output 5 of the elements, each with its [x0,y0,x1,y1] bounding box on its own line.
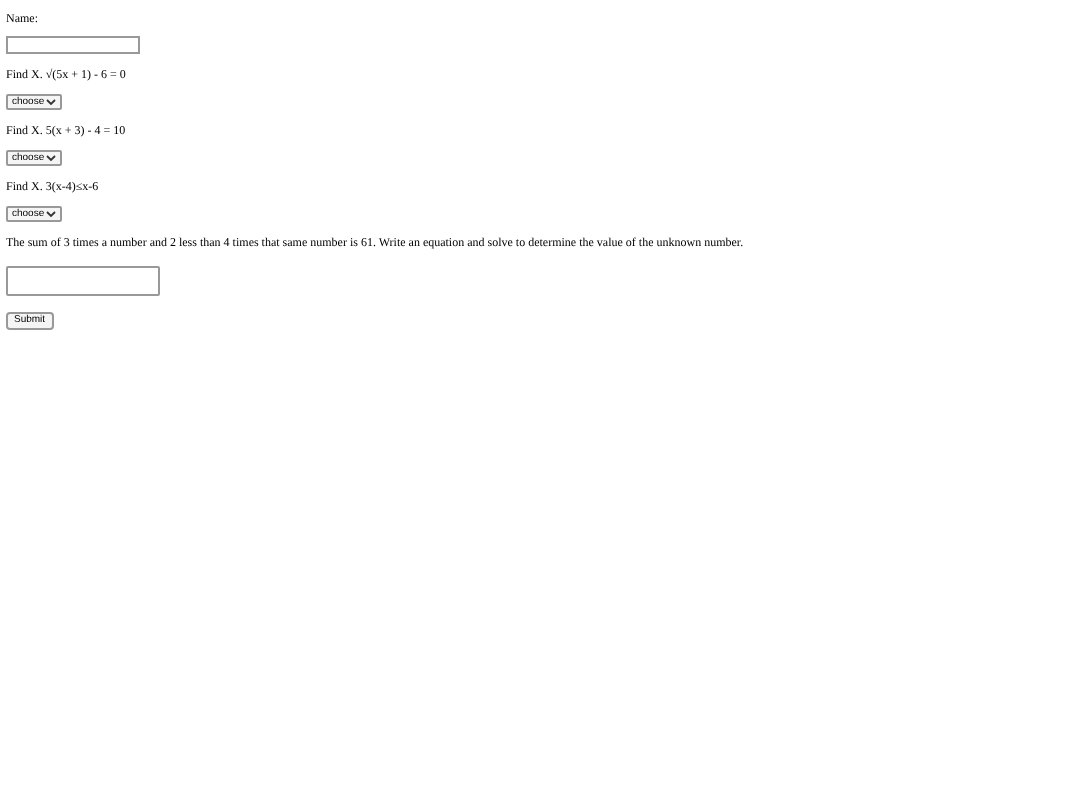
answer-box[interactable] [6,266,160,296]
name-field[interactable] [6,36,140,54]
caret-icon [46,154,57,162]
caret-icon [46,210,57,218]
caret-icon [46,98,57,106]
